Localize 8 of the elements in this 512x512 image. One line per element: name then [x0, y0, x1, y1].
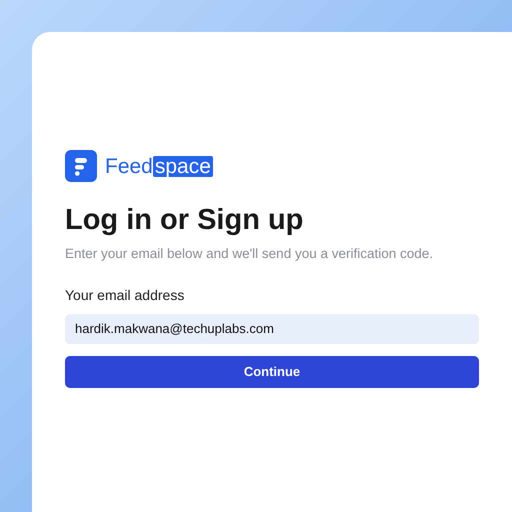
logo-text: Feed [105, 156, 153, 176]
logo-highlight: space [152, 156, 213, 176]
continue-button[interactable]: Continue [65, 356, 479, 388]
email-label: Your email address [65, 286, 186, 304]
email-field[interactable]: hardik.makwana@techuplabs.com [65, 314, 479, 344]
page-heading: Log in or Sign up [65, 203, 304, 238]
subtitle: Enter your email below and we'll send you a verification code. [65, 245, 434, 264]
logo-icon [65, 150, 97, 182]
